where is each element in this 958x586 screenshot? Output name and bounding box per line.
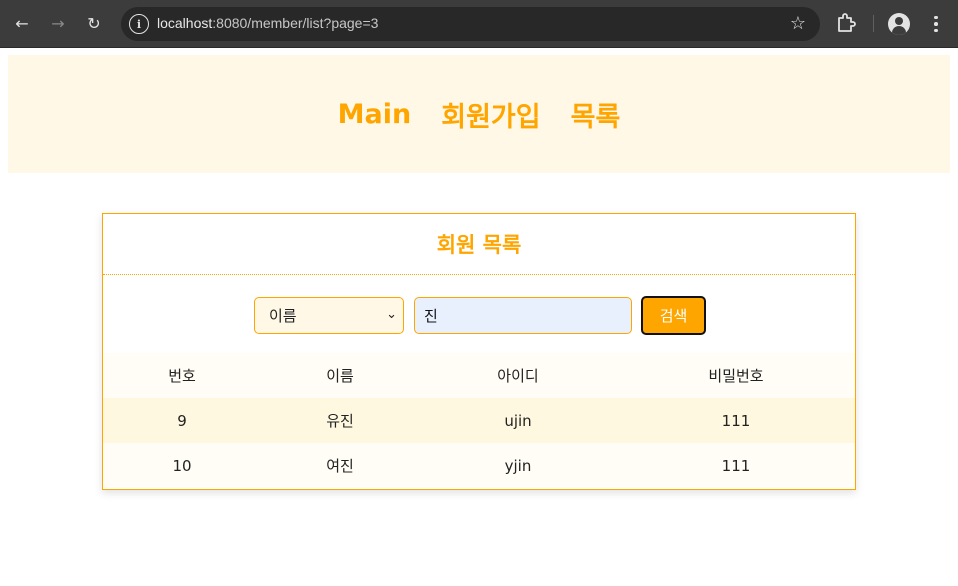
nav-link-signup[interactable]: 회원가입 xyxy=(441,95,540,134)
table-row[interactable]: 10 여진 yjin 111 xyxy=(103,443,855,488)
profile-avatar-icon[interactable] xyxy=(888,13,910,35)
cell-name: 유진 xyxy=(326,412,354,430)
cell-name: 여진 xyxy=(326,457,354,475)
toolbar-divider xyxy=(873,15,874,32)
column-header-id: 아이디 xyxy=(497,367,539,385)
search-field-select[interactable]: 이름 ⌄ xyxy=(254,297,404,334)
column-header-name: 이름 xyxy=(326,367,354,385)
nav-link-list[interactable]: 목록 xyxy=(571,95,621,134)
forward-arrow-icon[interactable]: → xyxy=(45,10,71,36)
bookmark-star-icon[interactable]: ☆ xyxy=(790,13,806,34)
member-table: 번호 이름 아이디 비밀번호 9 유진 ujin 111 10 여진 yjin … xyxy=(103,353,855,488)
search-field-selected: 이름 xyxy=(269,307,297,325)
search-button[interactable]: 검색 xyxy=(641,296,706,335)
table-row[interactable]: 9 유진 ujin 111 xyxy=(103,398,855,443)
reload-icon[interactable]: ↻ xyxy=(81,10,107,36)
cell-id: yjin xyxy=(504,456,532,475)
site-header: Main 회원가입 목록 xyxy=(8,55,950,173)
cell-id: ujin xyxy=(504,411,532,430)
column-header-number: 번호 xyxy=(168,367,196,385)
chevron-down-icon: ⌄ xyxy=(386,307,397,322)
column-header-password: 비밀번호 xyxy=(708,367,764,385)
browser-toolbar: ← → ↻ i localhost:8080/member/list?page=… xyxy=(0,0,958,48)
address-bar[interactable]: i localhost:8080/member/list?page=3 ☆ xyxy=(121,7,820,41)
menu-kebab-icon[interactable] xyxy=(928,12,944,36)
cell-number: 9 xyxy=(177,411,187,430)
site-info-icon[interactable]: i xyxy=(129,14,149,34)
url-text[interactable]: localhost:8080/member/list?page=3 xyxy=(157,15,378,31)
nav-link-main[interactable]: Main xyxy=(338,99,412,130)
url-path: :8080/member/list?page=3 xyxy=(212,15,379,31)
search-form: 이름 ⌄ 진 검색 xyxy=(103,275,855,353)
search-input[interactable]: 진 xyxy=(414,297,632,334)
url-host: localhost xyxy=(157,15,213,31)
back-arrow-icon[interactable]: ← xyxy=(9,10,35,36)
cell-password: 111 xyxy=(721,411,751,430)
cell-password: 111 xyxy=(721,456,751,475)
member-list-card: 회원 목록 이름 ⌄ 진 검색 번호 이름 아이디 비밀번호 9 유진 ujin… xyxy=(102,213,856,490)
extensions-puzzle-icon[interactable] xyxy=(836,12,856,34)
table-header-row: 번호 이름 아이디 비밀번호 xyxy=(103,353,855,398)
cell-number: 10 xyxy=(172,456,192,475)
search-query: 진 xyxy=(424,307,438,325)
card-title: 회원 목록 xyxy=(103,214,855,275)
